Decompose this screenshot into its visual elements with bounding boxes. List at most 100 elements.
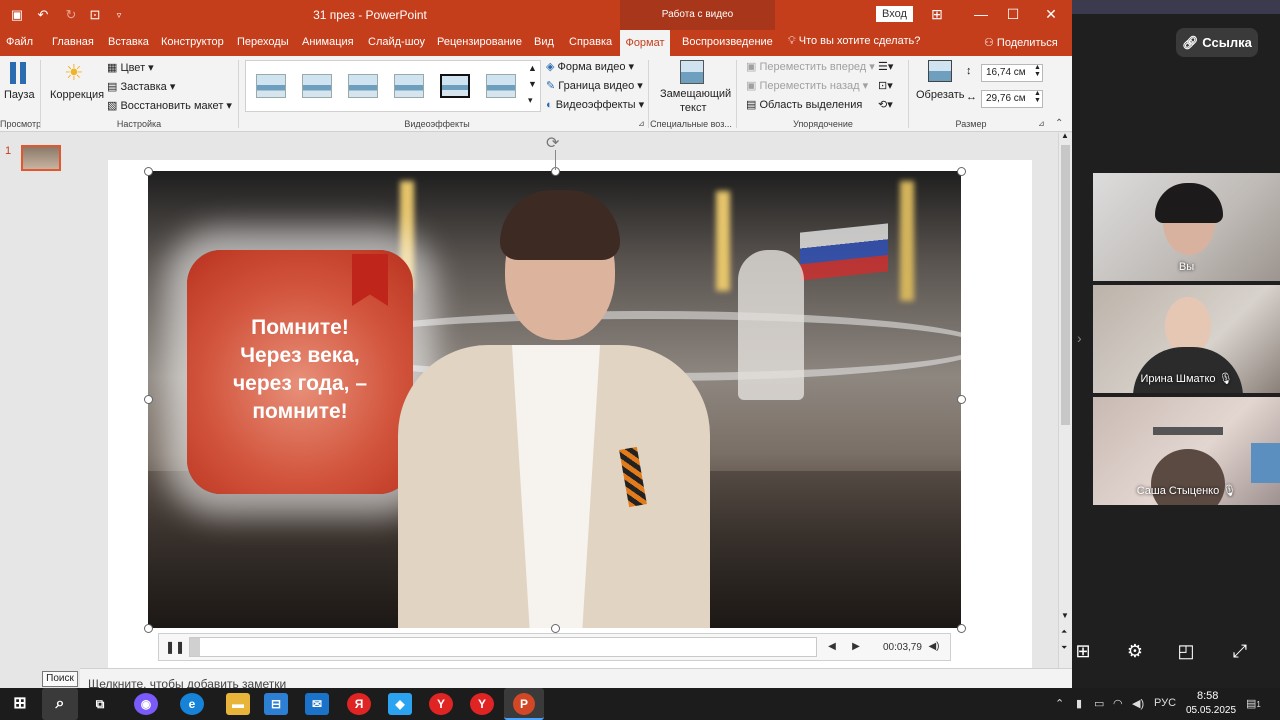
gallery-down-icon[interactable]: ▼ (528, 79, 537, 89)
participant-tile-irina[interactable]: Ирина Шматко 🎙︎ (1093, 285, 1280, 393)
scroll-thumb[interactable] (1061, 145, 1070, 425)
tab-view[interactable]: Вид (534, 36, 554, 48)
video-border-button[interactable]: ✎ Граница видео ▾ (546, 79, 643, 92)
wifi-icon[interactable]: ◠ (1113, 697, 1123, 710)
tab-review[interactable]: Рецензирование (437, 36, 522, 48)
video-progress-bar[interactable] (189, 637, 817, 657)
step-back-icon[interactable]: ◀︎ (825, 639, 839, 655)
scroll-up-icon[interactable]: ▲ (1061, 131, 1069, 140)
powerpoint-taskbar-icon[interactable]: P (504, 688, 544, 720)
settings-gear-icon[interactable]: ⚙ (1124, 640, 1146, 662)
fullscreen-icon[interactable]: ⤢ (1229, 640, 1251, 662)
size-dialog-launcher-icon[interactable]: ⊿ (1038, 119, 1045, 128)
step-forward-icon[interactable]: ▶︎ (849, 639, 863, 655)
windows-start-icon[interactable]: ⊞ (8, 693, 32, 715)
share-button[interactable]: ⚇ Поделиться (984, 36, 1058, 49)
align-icon[interactable]: ☰▾ (878, 60, 893, 73)
tab-slideshow[interactable]: Слайд-шоу (368, 36, 425, 48)
dialog-launcher-icon[interactable]: ⊿ (638, 119, 645, 128)
clock-time[interactable]: 8:58 (1197, 690, 1218, 702)
video-style-4[interactable] (394, 74, 424, 98)
participant-tile-self[interactable]: Вы (1093, 173, 1280, 281)
height-spinner-icon[interactable]: ▲ ▼ (1034, 64, 1041, 78)
grid-view-icon[interactable]: ⊞ (1072, 640, 1094, 662)
bring-forward-button[interactable]: ▣ Переместить вперед ▾ (746, 60, 875, 73)
resize-handle-s[interactable] (551, 624, 560, 633)
battery-icon[interactable]: ▭ (1094, 697, 1104, 710)
task-view-icon[interactable]: ⧉ (88, 693, 112, 715)
vertical-scrollbar[interactable]: ▲ ▼ ⏶ ⏷ (1058, 131, 1072, 668)
mail-icon[interactable]: ✉ (305, 693, 329, 715)
gallery-more-icon[interactable]: ▾ (528, 95, 533, 106)
picture-in-picture-icon[interactable]: ◰ (1175, 640, 1197, 662)
slide-thumbnail[interactable] (21, 145, 61, 171)
width-spinner-icon[interactable]: ▲ ▼ (1034, 90, 1041, 104)
video-styles-gallery[interactable]: ▲ ▼ ▾ (245, 60, 541, 112)
store-icon[interactable]: ⊟ (264, 693, 288, 715)
signin-button[interactable]: Вход (876, 6, 913, 22)
rotate-icon[interactable]: ⟲▾ (878, 98, 893, 111)
crop-button[interactable]: Обрезать (914, 60, 965, 112)
video-shape-button[interactable]: ◈ Форма видео ▾ (546, 60, 634, 73)
color-button[interactable]: ▦ Цвет ▾ (107, 61, 154, 74)
tab-design[interactable]: Конструктор (161, 36, 224, 48)
poster-frame-button[interactable]: ▤ Заставка ▾ (107, 80, 175, 93)
onedrive-icon[interactable]: ▮ (1076, 697, 1082, 710)
file-explorer-icon[interactable]: ▬ (226, 693, 250, 715)
resize-handle-w[interactable] (144, 395, 153, 404)
yandex-browser-icon[interactable]: Y (429, 693, 453, 715)
ribbon-display-icon[interactable]: ⊞ (922, 4, 952, 24)
pause-icon[interactable]: ❚❚ (165, 639, 185, 655)
video-style-6[interactable] (486, 74, 516, 98)
maximize-icon[interactable]: ☐ (998, 4, 1028, 24)
video-style-3[interactable] (348, 74, 378, 98)
pause-button[interactable]: Пауза (2, 60, 36, 106)
send-backward-button[interactable]: ▣ Переместить назад ▾ (746, 79, 868, 92)
clock-date[interactable]: 05.05.2025 (1186, 705, 1236, 716)
video-style-2[interactable] (302, 74, 332, 98)
group-icon[interactable]: ⊡▾ (878, 79, 893, 92)
resize-handle-se[interactable] (957, 624, 966, 633)
video-effects-button[interactable]: ◐ Видеоэффекты ▾ (546, 98, 644, 111)
scroll-down-icon[interactable]: ▼ (1061, 611, 1069, 620)
tray-expand-icon[interactable]: ⌃ (1055, 697, 1064, 710)
gallery-up-icon[interactable]: ▲ (528, 63, 537, 73)
speaker-icon[interactable]: ◀︎) (1132, 697, 1144, 710)
tab-playback[interactable]: Воспроизведение (682, 36, 773, 48)
messenger-icon[interactable]: ◆ (388, 693, 412, 715)
tab-format[interactable]: Формат (620, 30, 670, 56)
yandex-icon[interactable]: Я (347, 693, 371, 715)
tab-home[interactable]: Главная (52, 36, 94, 48)
notifications-icon[interactable]: ▤1 (1246, 697, 1261, 710)
close-icon[interactable]: ✕ (1036, 4, 1066, 24)
selection-pane-button[interactable]: ▤ Область выделения (746, 98, 862, 111)
tab-transitions[interactable]: Переходы (237, 36, 289, 48)
alt-text-button[interactable]: Замещающий текст (656, 60, 731, 116)
resize-handle-ne[interactable] (957, 167, 966, 176)
chevron-right-icon[interactable]: › (1077, 330, 1082, 346)
tab-animation[interactable]: Анимация (302, 36, 354, 48)
reset-design-button[interactable]: ▧ Восстановить макет ▾ (107, 99, 232, 112)
rotate-handle-icon[interactable]: ⟳ (546, 133, 559, 153)
minimize-icon[interactable]: — (966, 4, 996, 24)
next-slide-icon[interactable]: ⏷ (1061, 643, 1067, 653)
correction-button[interactable]: ☀ Коррекция (46, 60, 104, 112)
video-style-1[interactable] (256, 74, 286, 98)
tab-file[interactable]: Файл (6, 36, 33, 48)
tell-me-search[interactable]: 💡︎ Что вы хотите сделать? (788, 35, 920, 48)
resize-handle-nw[interactable] (144, 167, 153, 176)
tab-help[interactable]: Справка (569, 36, 612, 48)
tab-insert[interactable]: Вставка (108, 36, 149, 48)
alice-assistant-icon[interactable]: ◉ (134, 693, 158, 715)
copy-link-button[interactable]: 🔗︎ Ссылка (1176, 28, 1258, 57)
prev-slide-icon[interactable]: ⏶ (1061, 627, 1067, 637)
notes-pane[interactable]: Щелкните, чтобы добавить заметки (80, 668, 1072, 688)
volume-icon[interactable]: ◀︎) (927, 639, 941, 655)
participant-tile-sasha[interactable]: Саша Стыценко 🎙︎ (1093, 397, 1280, 505)
resize-handle-sw[interactable] (144, 624, 153, 633)
search-icon[interactable]: ⌕ (42, 688, 78, 720)
input-language[interactable]: РУС (1154, 697, 1176, 709)
yandex-browser-2-icon[interactable]: Y (470, 693, 494, 715)
collapse-ribbon-icon[interactable]: ⌃ (1055, 118, 1063, 129)
edge-browser-icon[interactable]: e (180, 693, 204, 715)
